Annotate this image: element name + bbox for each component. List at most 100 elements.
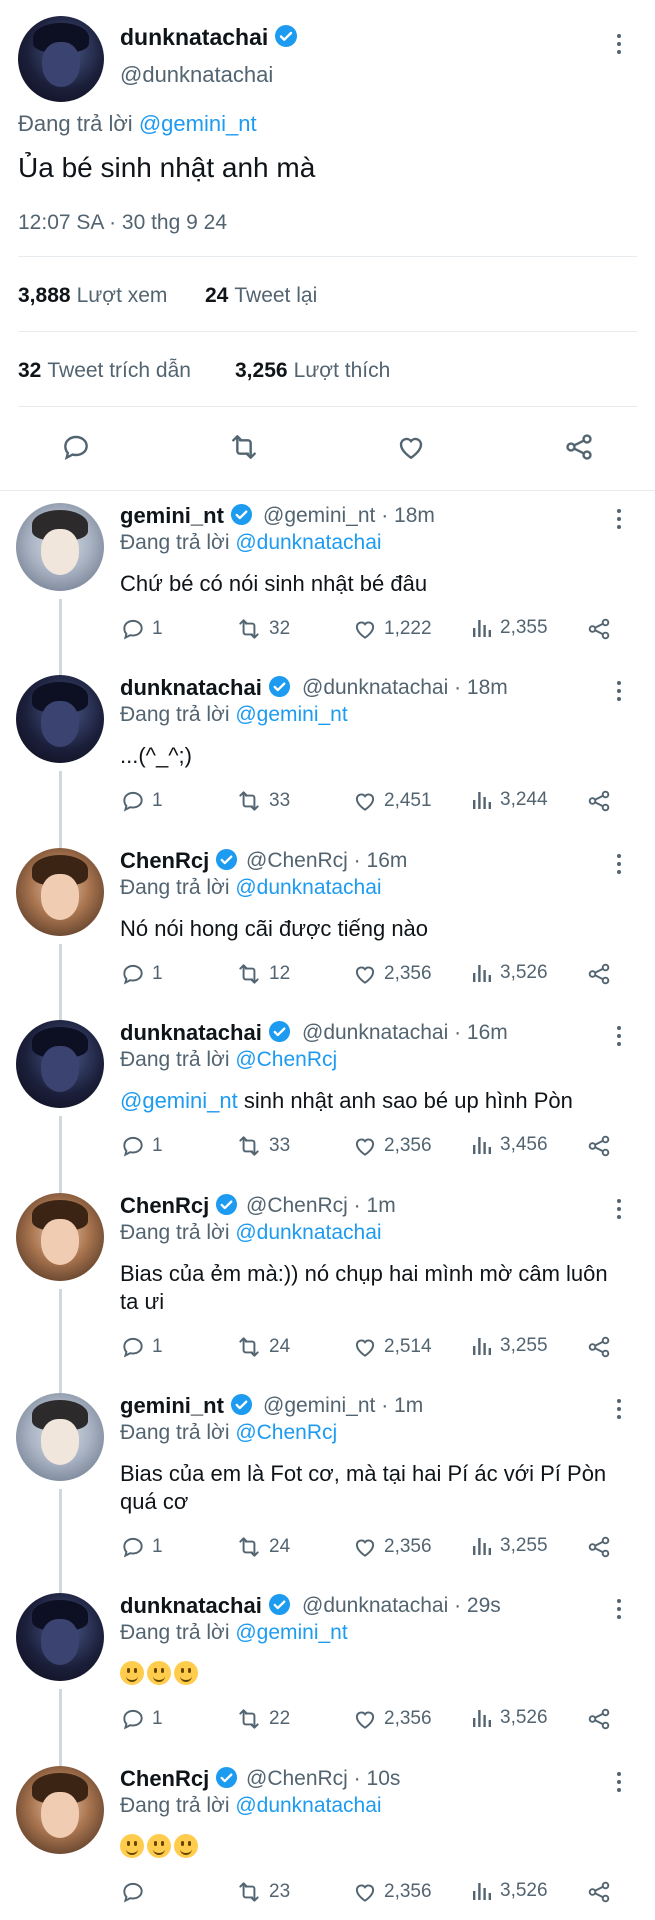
author-handle[interactable]: @dunknatachai · 16m [302,1021,508,1045]
replying-to-link[interactable]: @dunknatachai [235,876,381,899]
retweet-action[interactable]: 33 [235,1133,290,1159]
views-action[interactable]: 3,255 [470,1534,548,1558]
quotes-stat[interactable]: 32 Tweet trích dẫn [18,359,191,383]
smile-emoji-icon [147,1661,171,1685]
more-icon[interactable] [615,1399,623,1423]
mention-link[interactable]: @gemini_nt [120,1088,238,1113]
tweet-timestamp[interactable]: 12:07 SA · 30 thg 9 24 [18,211,227,235]
avatar[interactable] [16,1020,104,1108]
reply-action[interactable]: 1 [120,788,163,814]
views-action[interactable]: 3,244 [470,788,548,812]
retweet-action[interactable]: 32 [235,616,290,642]
replying-to-link[interactable]: @dunknatachai [235,531,381,554]
reply-action[interactable] [120,1879,152,1905]
retweets-stat[interactable]: 24 Tweet lại [205,284,317,308]
author-handle[interactable]: @dunknatachai · 18m [302,676,508,700]
avatar[interactable] [18,16,104,102]
replying-to-link[interactable]: @gemini_nt [235,703,347,726]
views-action[interactable]: 3,526 [470,961,548,985]
avatar[interactable] [16,1393,104,1481]
retweet-icon[interactable] [228,431,260,463]
author-name[interactable]: ChenRcj [120,1766,238,1792]
avatar[interactable] [16,848,104,936]
retweet-icon [235,1879,263,1905]
more-icon[interactable] [615,681,623,705]
author-handle[interactable]: @ChenRcj · 16m [246,849,407,873]
views-action[interactable]: 3,255 [470,1334,548,1358]
like-action[interactable]: 2,356 [352,1534,432,1560]
replying-to-link[interactable]: @ChenRcj [235,1048,337,1071]
share-action[interactable] [586,1879,612,1905]
retweet-icon [235,616,263,642]
share-action[interactable] [586,1133,612,1159]
views-action[interactable]: 3,526 [470,1879,548,1903]
replying-to-link[interactable]: @dunknatachai [235,1221,381,1244]
author-name[interactable]: dunknatachai [120,24,298,51]
retweet-action[interactable]: 12 [235,961,290,987]
replying-to-link[interactable]: @gemini_nt [139,111,257,136]
reply-action[interactable]: 1 [120,1706,163,1732]
like-action[interactable]: 2,451 [352,788,432,814]
more-icon[interactable] [615,509,623,533]
views-action[interactable]: 3,456 [470,1133,548,1157]
more-icon[interactable] [615,34,623,58]
avatar[interactable] [16,1766,104,1854]
author-handle[interactable]: @dunknatachai [120,62,273,88]
avatar[interactable] [16,675,104,763]
reply-action[interactable]: 1 [120,1133,163,1159]
like-action[interactable]: 2,356 [352,1133,432,1159]
avatar[interactable] [16,1593,104,1681]
views-stat[interactable]: 3,888 Lượt xem [18,284,167,308]
more-icon[interactable] [615,1199,623,1223]
share-action[interactable] [586,1334,612,1360]
views-action[interactable]: 3,526 [470,1706,548,1730]
retweet-action[interactable]: 23 [235,1879,290,1905]
author-handle[interactable]: @ChenRcj · 1m [246,1194,396,1218]
reply-icon[interactable] [60,431,92,463]
share-action[interactable] [586,788,612,814]
author-name[interactable]: gemini_nt [120,1393,253,1419]
author-name[interactable]: dunknatachai [120,675,291,701]
like-action[interactable]: 2,514 [352,1334,432,1360]
author-name[interactable]: gemini_nt [120,503,253,529]
reply-action[interactable]: 1 [120,1534,163,1560]
share-action[interactable] [586,616,612,642]
author-handle[interactable]: @gemini_nt · 18m [263,504,435,528]
author-handle[interactable]: @dunknatachai · 29s [302,1594,501,1618]
likes-stat[interactable]: 3,256 Lượt thích [235,359,390,383]
like-action[interactable]: 2,356 [352,1706,432,1732]
reply-action[interactable]: 1 [120,961,163,987]
replying-to-link[interactable]: @ChenRcj [235,1421,337,1444]
share-action[interactable] [586,1534,612,1560]
replying-to-link[interactable]: @gemini_nt [235,1621,347,1644]
reply-action[interactable]: 1 [120,616,163,642]
author-name[interactable]: dunknatachai [120,1593,291,1619]
avatar[interactable] [16,503,104,591]
more-icon[interactable] [615,1026,623,1050]
author-name[interactable]: ChenRcj [120,848,238,874]
author-handle[interactable]: @gemini_nt · 1m [263,1394,423,1418]
retweet-action[interactable]: 24 [235,1334,290,1360]
like-action[interactable]: 2,356 [352,1879,432,1905]
reply-action[interactable]: 1 [120,1334,163,1360]
like-icon[interactable] [395,431,427,463]
share-action[interactable] [586,1706,612,1732]
author-handle[interactable]: @ChenRcj · 10s [246,1767,400,1791]
views-count: 3,526 [500,1707,548,1728]
retweet-action[interactable]: 24 [235,1534,290,1560]
retweet-action[interactable]: 22 [235,1706,290,1732]
replying-to-link[interactable]: @dunknatachai [235,1794,381,1817]
share-icon[interactable] [563,431,595,463]
retweet-action[interactable]: 33 [235,788,290,814]
share-action[interactable] [586,961,612,987]
author-name[interactable]: ChenRcj [120,1193,238,1219]
like-count: 2,514 [384,1336,432,1357]
like-action[interactable]: 2,356 [352,961,432,987]
like-action[interactable]: 1,222 [352,616,432,642]
avatar[interactable] [16,1193,104,1281]
more-icon[interactable] [615,1772,623,1796]
more-icon[interactable] [615,1599,623,1623]
views-action[interactable]: 2,355 [470,616,548,640]
more-icon[interactable] [615,854,623,878]
author-name[interactable]: dunknatachai [120,1020,291,1046]
